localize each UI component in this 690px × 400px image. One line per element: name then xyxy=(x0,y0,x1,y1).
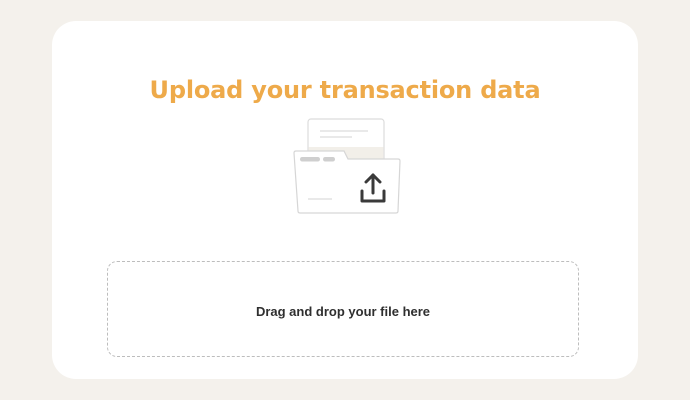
folder-icon xyxy=(293,150,401,214)
folder-upload-icon xyxy=(288,117,402,221)
dropzone-label: Drag and drop your file here xyxy=(255,303,431,319)
upload-card: Upload your transaction data Drag and dr… xyxy=(52,21,638,379)
file-dropzone[interactable]: Drag and drop your file here xyxy=(107,261,579,357)
page-title: Upload your transaction data xyxy=(149,76,541,104)
